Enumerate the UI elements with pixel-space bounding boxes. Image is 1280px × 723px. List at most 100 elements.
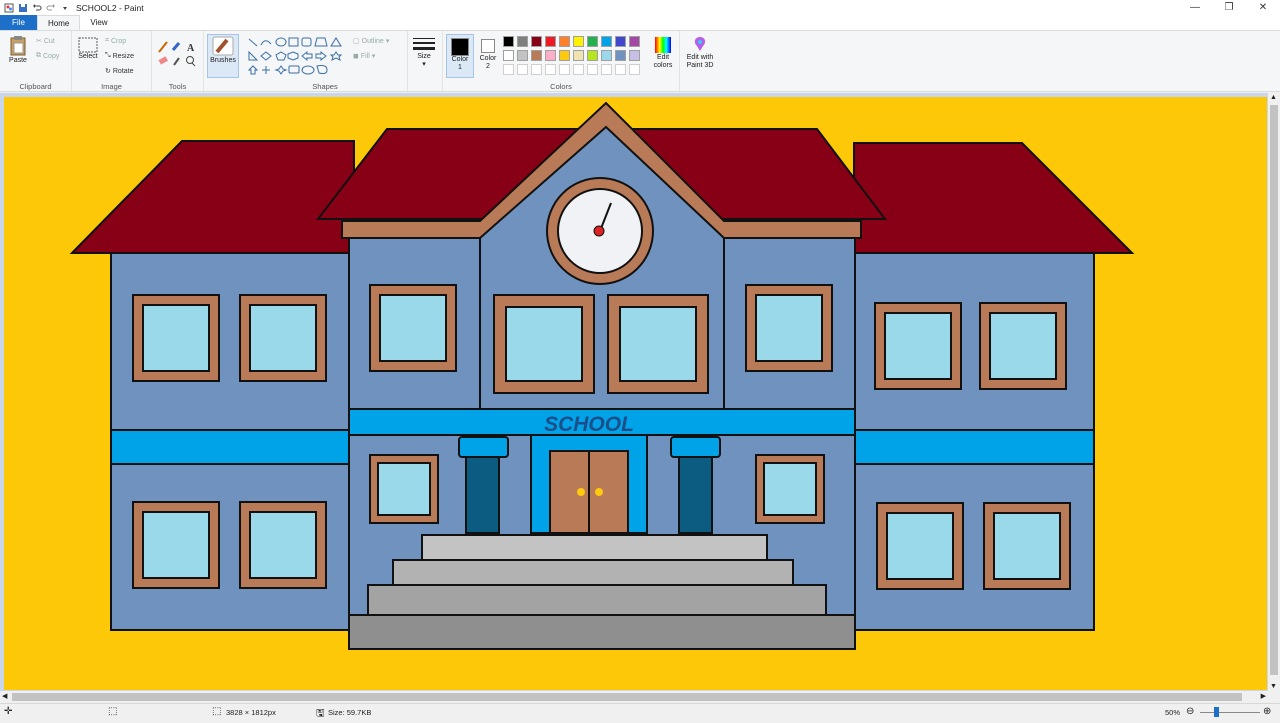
palette-swatch[interactable] bbox=[615, 50, 626, 61]
rotate-icon: ↻ bbox=[105, 68, 111, 75]
palette-swatch[interactable] bbox=[517, 50, 528, 61]
resize-button[interactable]: ⤡ Resize bbox=[105, 52, 134, 60]
palette-swatch[interactable] bbox=[573, 50, 584, 61]
canvas-area[interactable]: SCHOOL bbox=[0, 93, 1268, 691]
palette-swatch-empty[interactable] bbox=[531, 64, 542, 75]
brushes-button[interactable]: Brushes bbox=[207, 34, 239, 78]
resize-label: Resize bbox=[112, 52, 135, 60]
copy-button[interactable]: ⧉ Copy bbox=[36, 52, 59, 60]
palette-swatch-empty[interactable] bbox=[629, 64, 640, 75]
scroll-up-icon[interactable]: ▲ bbox=[1270, 94, 1277, 101]
palette-swatch-empty[interactable] bbox=[573, 64, 584, 75]
palette-swatch[interactable] bbox=[601, 36, 612, 47]
window-glass bbox=[993, 512, 1061, 580]
window-title: SCHOOL2 - Paint bbox=[76, 2, 144, 13]
palette-swatch-empty[interactable] bbox=[517, 64, 528, 75]
drawing-canvas[interactable]: SCHOOL bbox=[4, 97, 1267, 690]
minimize-icon[interactable]: — bbox=[1178, 0, 1212, 15]
image-dimensions: 3828 × 1812px bbox=[226, 708, 276, 717]
palette-swatch[interactable] bbox=[587, 50, 598, 61]
cut-button[interactable]: ✂ Cut bbox=[36, 37, 55, 46]
window-glass bbox=[249, 304, 317, 372]
horizontal-scrollbar[interactable]: ◀ ▶ bbox=[0, 691, 1268, 703]
palette-swatch-empty[interactable] bbox=[601, 64, 612, 75]
redo-icon[interactable] bbox=[46, 3, 56, 13]
paint-app-icon bbox=[4, 3, 14, 12]
save-icon[interactable] bbox=[18, 3, 28, 13]
fill-dropdown-icon: ▾ bbox=[371, 53, 376, 60]
rotate-button[interactable]: ↻ Rotate bbox=[105, 67, 134, 76]
size-icon bbox=[413, 38, 435, 50]
palette-swatch[interactable] bbox=[545, 36, 556, 47]
palette-swatch[interactable] bbox=[531, 36, 542, 47]
palette-swatch[interactable] bbox=[545, 50, 556, 61]
palette-swatch[interactable] bbox=[615, 36, 626, 47]
palette-swatch[interactable] bbox=[559, 50, 570, 61]
color2-button[interactable]: Color 2 bbox=[477, 34, 499, 71]
select-button[interactable]: Select bbox=[76, 37, 100, 61]
status-bar: ✛ ⬚ ⬚ 3828 × 1812px 🖫 Size: 59.7KB 50% ⊖… bbox=[0, 703, 1280, 720]
zoom-slider-thumb[interactable] bbox=[1214, 707, 1219, 717]
tab-file[interactable]: File bbox=[0, 15, 37, 30]
vertical-scrollbar[interactable]: ▲ ▼ bbox=[1268, 93, 1280, 691]
window-glass bbox=[142, 304, 210, 372]
palette-swatch[interactable] bbox=[517, 36, 528, 47]
shapes-gallery[interactable] bbox=[247, 37, 347, 77]
edit-colors-button[interactable]: Edit colors bbox=[651, 36, 675, 70]
palette-swatch-empty[interactable] bbox=[545, 64, 556, 75]
window-glass bbox=[379, 294, 447, 362]
resize-icon: ⤡ bbox=[105, 52, 111, 59]
palette-swatch[interactable] bbox=[503, 50, 514, 61]
palette-swatch[interactable] bbox=[573, 36, 584, 47]
crop-label: Crop bbox=[110, 37, 127, 45]
palette-swatch[interactable] bbox=[587, 36, 598, 47]
select-icon bbox=[78, 37, 98, 53]
window-controls: — ❐ ✕ bbox=[1178, 0, 1280, 15]
tab-home[interactable]: Home bbox=[37, 15, 81, 30]
cut-icon: ✂ bbox=[36, 38, 42, 45]
palette-swatch-empty[interactable] bbox=[503, 64, 514, 75]
size-button[interactable]: Size ▾ bbox=[410, 37, 438, 69]
scroll-right-icon[interactable]: ▶ bbox=[1261, 692, 1266, 700]
image-group: Select ⌗ Crop ⤡ Resize ↻ Rotate Image bbox=[72, 31, 152, 93]
scroll-left-icon[interactable]: ◀ bbox=[2, 692, 7, 700]
zoom-out-icon[interactable]: ⊖ bbox=[1186, 706, 1194, 717]
crop-button[interactable]: ⌗ Crop bbox=[105, 37, 126, 45]
palette-swatch[interactable] bbox=[629, 50, 640, 61]
palette-swatch[interactable] bbox=[503, 36, 514, 47]
outline-button[interactable]: ▢ Outline ▾ bbox=[353, 37, 390, 46]
fill-button[interactable]: ◼ Fill ▾ bbox=[353, 52, 376, 61]
close-icon[interactable]: ✕ bbox=[1246, 0, 1280, 15]
horizontal-scroll-thumb[interactable] bbox=[12, 693, 1242, 701]
copy-label: Copy bbox=[43, 52, 60, 60]
image-group-label: Image bbox=[101, 82, 122, 91]
outline-label: Outline bbox=[361, 37, 384, 45]
palette-swatch-empty[interactable] bbox=[615, 64, 626, 75]
palette-swatch[interactable] bbox=[531, 50, 542, 61]
window-glass bbox=[377, 462, 431, 516]
color1-button[interactable]: Color 1 bbox=[446, 34, 474, 78]
paint3d-button[interactable]: Edit with Paint 3D bbox=[683, 36, 717, 70]
outline-dropdown-icon: ▾ bbox=[385, 38, 390, 45]
customize-quick-access-icon[interactable] bbox=[60, 3, 70, 13]
zoom-slider[interactable] bbox=[1200, 712, 1260, 713]
quick-access-toolbar bbox=[0, 3, 70, 13]
zoom-in-icon[interactable]: ⊕ bbox=[1263, 706, 1271, 717]
scroll-down-icon[interactable]: ▼ bbox=[1270, 683, 1277, 690]
window-glass bbox=[763, 462, 817, 516]
vertical-scroll-thumb[interactable] bbox=[1270, 105, 1278, 675]
window-glass bbox=[755, 294, 823, 362]
palette-swatch-empty[interactable] bbox=[559, 64, 570, 75]
tab-view[interactable]: View bbox=[80, 15, 117, 30]
paste-button[interactable]: Paste bbox=[6, 35, 30, 65]
colors-group: Color 1 Color 2 Edit colors Colors bbox=[442, 31, 680, 93]
clipboard-group-label: Clipboard bbox=[19, 82, 52, 91]
palette-swatch[interactable] bbox=[601, 50, 612, 61]
tools-icons: A bbox=[158, 41, 196, 67]
undo-icon[interactable] bbox=[32, 3, 42, 13]
palette-swatch[interactable] bbox=[559, 36, 570, 47]
palette-swatch[interactable] bbox=[629, 36, 640, 47]
color1-swatch bbox=[451, 38, 469, 56]
restore-icon[interactable]: ❐ bbox=[1212, 0, 1246, 15]
palette-swatch-empty[interactable] bbox=[587, 64, 598, 75]
